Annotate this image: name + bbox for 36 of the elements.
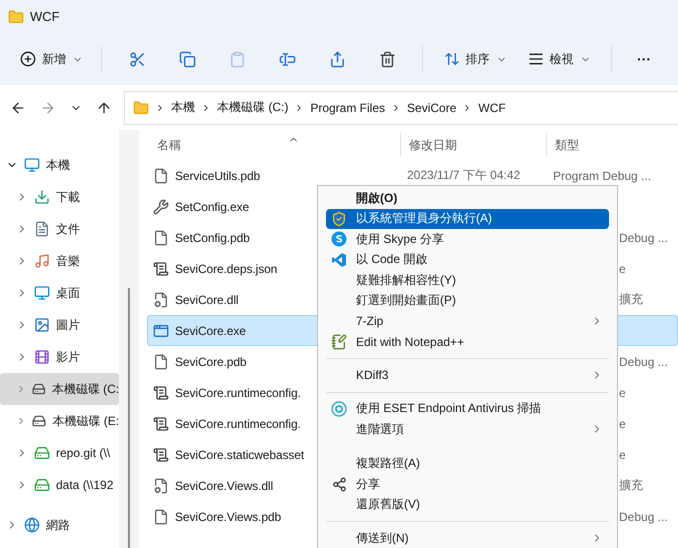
file-name: SeviCore.dll bbox=[175, 292, 238, 306]
type-cell: Debug ... bbox=[619, 230, 668, 244]
file-name: SeviCore.runtimeconfig. bbox=[175, 386, 301, 400]
file-name: ServiceUtils.pdb bbox=[175, 168, 260, 182]
type-cell: 擴充 bbox=[619, 292, 643, 306]
sidebar-label: 影片 bbox=[56, 348, 80, 366]
sidebar-label: 網路 bbox=[46, 516, 70, 534]
type-cell: 擴充 bbox=[619, 478, 643, 492]
type-cell: Debug ... bbox=[619, 354, 668, 368]
type-cell: Debug ... bbox=[619, 510, 668, 524]
file-name: SeviCore.deps.json bbox=[175, 262, 278, 276]
type-cell: e bbox=[619, 416, 626, 430]
sidebar-label: 圖片 bbox=[56, 316, 80, 334]
sidebar-label: data (\\192 bbox=[56, 478, 114, 492]
file-name: SeviCore.Views.dll bbox=[175, 478, 274, 492]
sidebar-label: 下載 bbox=[56, 188, 80, 206]
type-cell: Program Debug ... bbox=[553, 168, 652, 182]
file-name: SetConfig.exe bbox=[175, 200, 250, 214]
file-name: SeviCore.exe bbox=[175, 324, 246, 338]
type-cell: e bbox=[619, 386, 626, 400]
file-name: SeviCore.staticwebasset bbox=[175, 448, 304, 462]
sidebar-label: 音樂 bbox=[56, 252, 80, 270]
sidebar-label: 本機磁碟 (E: bbox=[52, 412, 120, 430]
type-cell: e bbox=[619, 262, 626, 276]
sidebar-label: 本機磁碟 (C: bbox=[52, 380, 120, 398]
type-cell: e bbox=[619, 448, 626, 462]
sidebar-label: 本機 bbox=[46, 156, 70, 174]
date-cell: 2023/11/7 下午 04:42 bbox=[407, 168, 520, 182]
sidebar-label: 文件 bbox=[56, 220, 80, 238]
file-name: SetConfig.pdb bbox=[175, 230, 250, 244]
window-title: WCF bbox=[30, 9, 60, 24]
file-name: SeviCore.runtimeconfig. bbox=[175, 416, 301, 430]
sidebar-label: repo.git (\\ bbox=[56, 446, 110, 460]
file-name: SeviCore.Views.pdb bbox=[175, 510, 282, 524]
file-name: SeviCore.pdb bbox=[175, 354, 247, 368]
sidebar-label: 桌面 bbox=[56, 284, 80, 302]
